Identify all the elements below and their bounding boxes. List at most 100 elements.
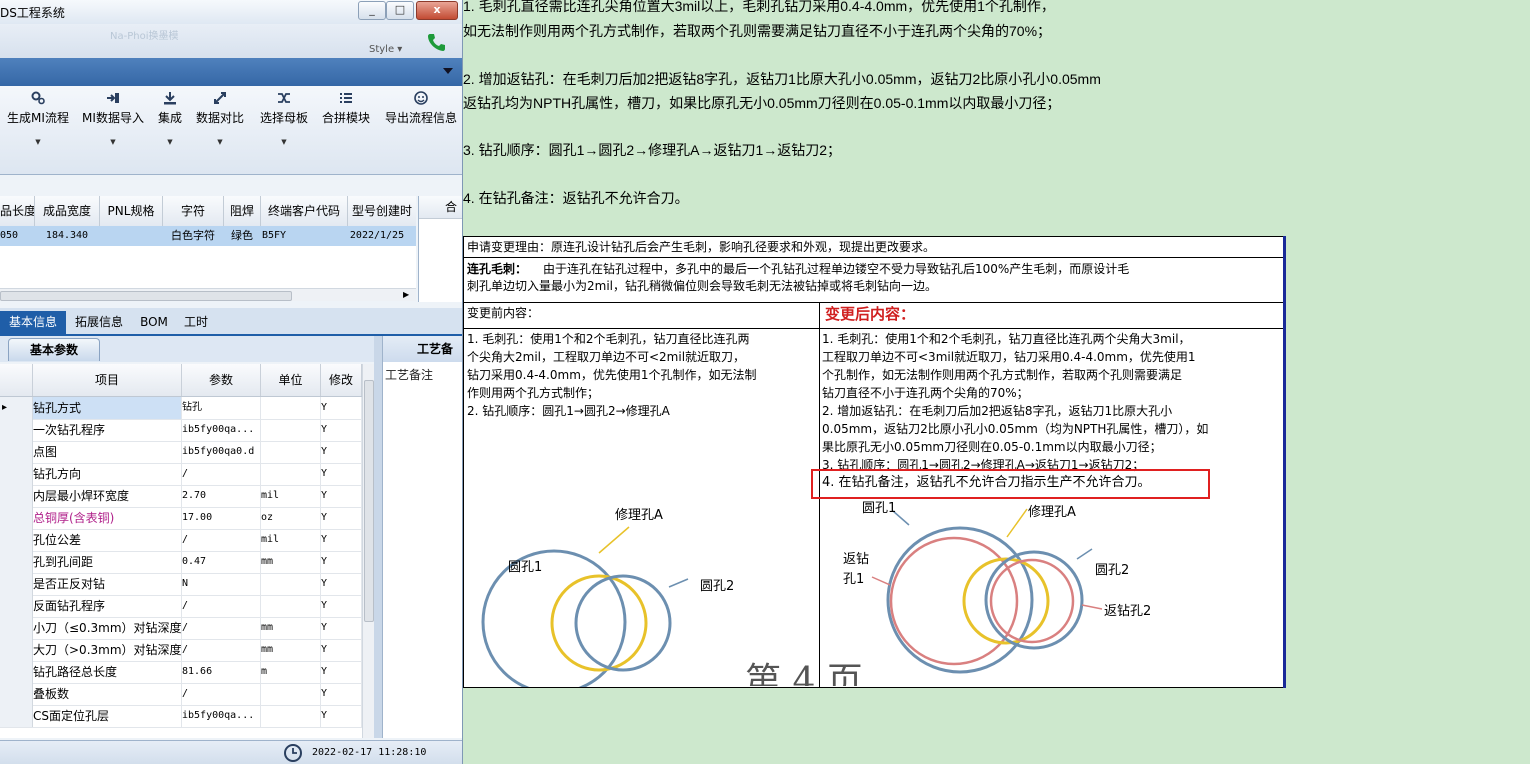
param-flag[interactable]: Y [321,397,362,419]
param-flag[interactable]: Y [321,573,362,595]
column-header[interactable]: 修改 [321,364,362,396]
param-unit[interactable] [261,441,321,463]
tab-extended-info[interactable]: 拓展信息 [68,311,130,334]
param-flag[interactable]: Y [321,705,362,727]
row-indicator[interactable] [0,463,33,485]
param-value[interactable]: ib5fy00qa... [182,705,261,727]
param-value[interactable]: 0.47 [182,551,261,573]
param-unit[interactable] [261,705,321,727]
table-row[interactable]: 孔到孔间距 0.47 mm Y [0,551,362,574]
table-row[interactable]: 大刀（>0.3mm）对钻深度 / mm Y [0,639,362,662]
row-indicator[interactable] [0,507,33,529]
param-value[interactable]: / [182,639,261,661]
param-flag[interactable]: Y [321,595,362,617]
process-notes-tab[interactable]: 工艺备 [383,336,462,362]
column-header[interactable]: 参数 [182,364,261,396]
param-flag[interactable]: Y [321,529,362,551]
data-compare-button[interactable]: 数据对比 ▼ [194,88,246,170]
table-row[interactable]: 是否正反对钻 N Y [0,573,362,596]
param-flag[interactable]: Y [321,617,362,639]
param-value[interactable]: / [182,463,261,485]
row-indicator[interactable] [0,419,33,441]
param-unit[interactable]: mm [261,551,321,573]
param-value[interactable]: 17.00 [182,507,261,529]
row-indicator[interactable]: ▸ [0,397,33,419]
select-mother-board-button[interactable]: 选择母板 ▼ [258,88,310,170]
column-header[interactable]: 品长度 [0,196,35,226]
row-indicator[interactable] [0,683,33,705]
horizontal-scrollbar[interactable]: ▶ [0,288,416,301]
param-unit[interactable]: mil [261,529,321,551]
row-indicator[interactable] [0,441,33,463]
panel-splitter[interactable] [374,336,382,738]
generate-mi-flow-button[interactable]: 生成MI流程 ▼ [6,88,70,170]
row-indicator[interactable] [0,661,33,683]
row-indicator[interactable] [0,485,33,507]
table-row[interactable]: 叠板数 / Y [0,683,362,706]
table-row[interactable]: 小刀（≤0.3mm）对钻深度 / mm Y [0,617,362,640]
param-unit[interactable]: mm [261,639,321,661]
param-flag[interactable]: Y [321,463,362,485]
mi-data-import-button[interactable]: MI数据导入 ▼ [80,88,146,170]
table-row[interactable]: 内层最小焊环宽度 2.70 mil Y [0,485,362,508]
scrollbar-thumb[interactable] [364,380,374,622]
param-flag[interactable]: Y [321,661,362,683]
integrate-button[interactable]: 集成 ▼ [152,88,188,170]
maximize-button[interactable]: □ [386,1,414,20]
merge-module-button[interactable]: 合拼模块 [320,88,372,170]
close-button[interactable]: x [416,1,458,20]
param-unit[interactable]: mm [261,617,321,639]
table-row[interactable]: 点图 ib5fy00qa0.d Y [0,441,362,464]
param-unit[interactable] [261,573,321,595]
scroll-right-icon[interactable]: ▶ [403,290,409,299]
param-flag[interactable]: Y [321,683,362,705]
param-value[interactable]: / [182,595,261,617]
param-value[interactable]: ib5fy00qa... [182,419,261,441]
param-value[interactable]: 钻孔 [182,397,261,419]
param-unit[interactable] [261,683,321,705]
row-indicator[interactable] [0,639,33,661]
dropdown-arrow-icon[interactable]: ▼ [194,138,246,146]
tab-basic-params[interactable]: 基本参数 [8,338,100,361]
param-unit[interactable]: mil [261,485,321,507]
tab-basic-info[interactable]: 基本信息 [0,311,66,334]
dropdown-arrow-icon[interactable]: ▼ [152,138,188,146]
table-row[interactable]: 总铜厚(含表铜) 17.00 oz Y [0,507,362,530]
table-row[interactable]: 孔位公差 / mil Y [0,529,362,552]
style-menu[interactable]: Style ▾ [369,44,402,55]
param-unit[interactable] [261,419,321,441]
param-unit[interactable]: oz [261,507,321,529]
dropdown-arrow-icon[interactable]: ▼ [6,138,70,146]
row-indicator[interactable] [0,617,33,639]
column-header[interactable]: 阻焊 [224,196,261,226]
param-value[interactable]: / [182,529,261,551]
param-value[interactable]: 2.70 [182,485,261,507]
row-indicator[interactable] [0,595,33,617]
row-indicator[interactable] [0,551,33,573]
scrollbar-thumb[interactable] [0,291,292,301]
tab-work-hours[interactable]: 工时 [176,311,216,334]
ribbon-menu-arrow-icon[interactable] [443,68,453,74]
param-value[interactable]: / [182,683,261,705]
column-header[interactable]: 型号创建时 [348,196,416,226]
minimize-button[interactable]: _ [358,1,386,20]
column-header[interactable]: 单位 [261,364,321,396]
param-flag[interactable]: Y [321,551,362,573]
table-row[interactable]: 反面钻孔程序 / Y [0,595,362,618]
param-unit[interactable] [261,595,321,617]
row-indicator[interactable] [0,529,33,551]
param-unit[interactable] [261,397,321,419]
param-value[interactable]: / [182,617,261,639]
column-header[interactable]: 终端客户代码 [261,196,348,226]
param-flag[interactable]: Y [321,507,362,529]
row-indicator[interactable] [0,705,33,727]
table-row[interactable]: 钻孔路径总长度 81.66 m Y [0,661,362,684]
param-value[interactable]: ib5fy00qa0.d [182,441,261,463]
table-row[interactable]: 050 184.340 白色字符 绿色 B5FY 2022/1/25 [0,226,416,246]
param-unit[interactable] [261,463,321,485]
param-value[interactable]: N [182,573,261,595]
table-row[interactable]: 钻孔方向 / Y [0,463,362,486]
param-flag[interactable]: Y [321,441,362,463]
tab-bom[interactable]: BOM [134,311,174,334]
param-flag[interactable]: Y [321,639,362,661]
